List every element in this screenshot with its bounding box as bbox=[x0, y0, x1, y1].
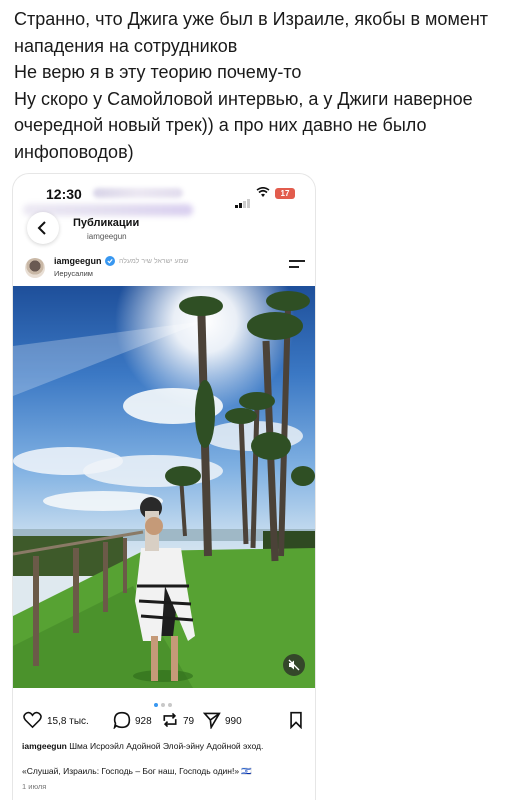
post-caption: iamgeegun Шма Исроэйл Адойной Элой-эйну … bbox=[22, 741, 312, 751]
heart-icon bbox=[23, 711, 42, 729]
mute-button[interactable] bbox=[283, 654, 305, 676]
back-chevron-icon bbox=[37, 221, 46, 235]
battery-icon: 17 bbox=[275, 188, 295, 199]
comment-count: 928 bbox=[135, 716, 152, 727]
message-line: Ну скоро у Самойловой интервью, а у Джиг… bbox=[14, 88, 473, 162]
message-line: Странно, что Джига уже был в Израиле, як… bbox=[14, 9, 489, 56]
post-actions: 15,8 тыс. 928 79 990 bbox=[23, 711, 308, 733]
comment-button[interactable]: 928 bbox=[113, 711, 152, 732]
page-subtitle: iamgeegun bbox=[87, 232, 127, 241]
page-title: Публикации bbox=[73, 217, 140, 229]
status-time: 12:30 bbox=[46, 186, 82, 202]
carousel-dot bbox=[161, 703, 165, 707]
bookmark-button[interactable] bbox=[289, 711, 303, 732]
post-location[interactable]: Иерусалим bbox=[54, 269, 93, 278]
like-button[interactable]: 15,8 тыс. bbox=[23, 711, 89, 732]
status-bar: 12:30 17 bbox=[13, 174, 315, 216]
message-line: Не верю я в эту теорию почему-то bbox=[14, 62, 302, 82]
menu-icon[interactable] bbox=[289, 260, 305, 272]
carousel-indicator bbox=[154, 694, 175, 712]
post-music[interactable]: שמע ישראל שיר למעלה bbox=[119, 258, 188, 265]
post-date: 1 июля bbox=[22, 782, 47, 791]
bookmark-icon bbox=[290, 711, 302, 730]
wifi-icon bbox=[256, 186, 270, 201]
caption-text: Шма Исроэйл Адойной Элой-эйну Адойной эх… bbox=[69, 741, 264, 751]
post-quote: «Слушай, Израиль: Господь – Бог наш, Гос… bbox=[22, 766, 253, 776]
repost-icon bbox=[163, 712, 177, 728]
message-text: Странно, что Джига уже был в Израиле, як… bbox=[14, 6, 509, 165]
photo-illustration bbox=[13, 286, 315, 688]
mute-icon bbox=[288, 659, 300, 671]
signal-icon bbox=[235, 190, 251, 208]
verified-icon bbox=[105, 256, 115, 266]
blurred-status-area bbox=[93, 188, 183, 198]
like-count: 15,8 тыс. bbox=[47, 716, 89, 727]
repost-button[interactable]: 79 bbox=[161, 711, 194, 732]
repost-count: 79 bbox=[183, 716, 195, 727]
post-photo[interactable] bbox=[13, 286, 315, 688]
comment-icon bbox=[113, 711, 131, 730]
carousel-dot bbox=[154, 703, 158, 707]
back-button[interactable] bbox=[27, 212, 59, 244]
avatar[interactable] bbox=[25, 258, 45, 278]
send-icon bbox=[202, 712, 221, 730]
share-button[interactable]: 990 bbox=[202, 711, 242, 732]
carousel-dot bbox=[168, 703, 172, 707]
caption-username[interactable]: iamgeegun bbox=[22, 741, 67, 751]
post-username[interactable]: iamgeegun bbox=[54, 256, 102, 266]
instagram-screenshot[interactable]: 12:30 17 Публикации iamgeegun iamgeegun … bbox=[13, 174, 315, 800]
share-count: 990 bbox=[225, 716, 242, 727]
